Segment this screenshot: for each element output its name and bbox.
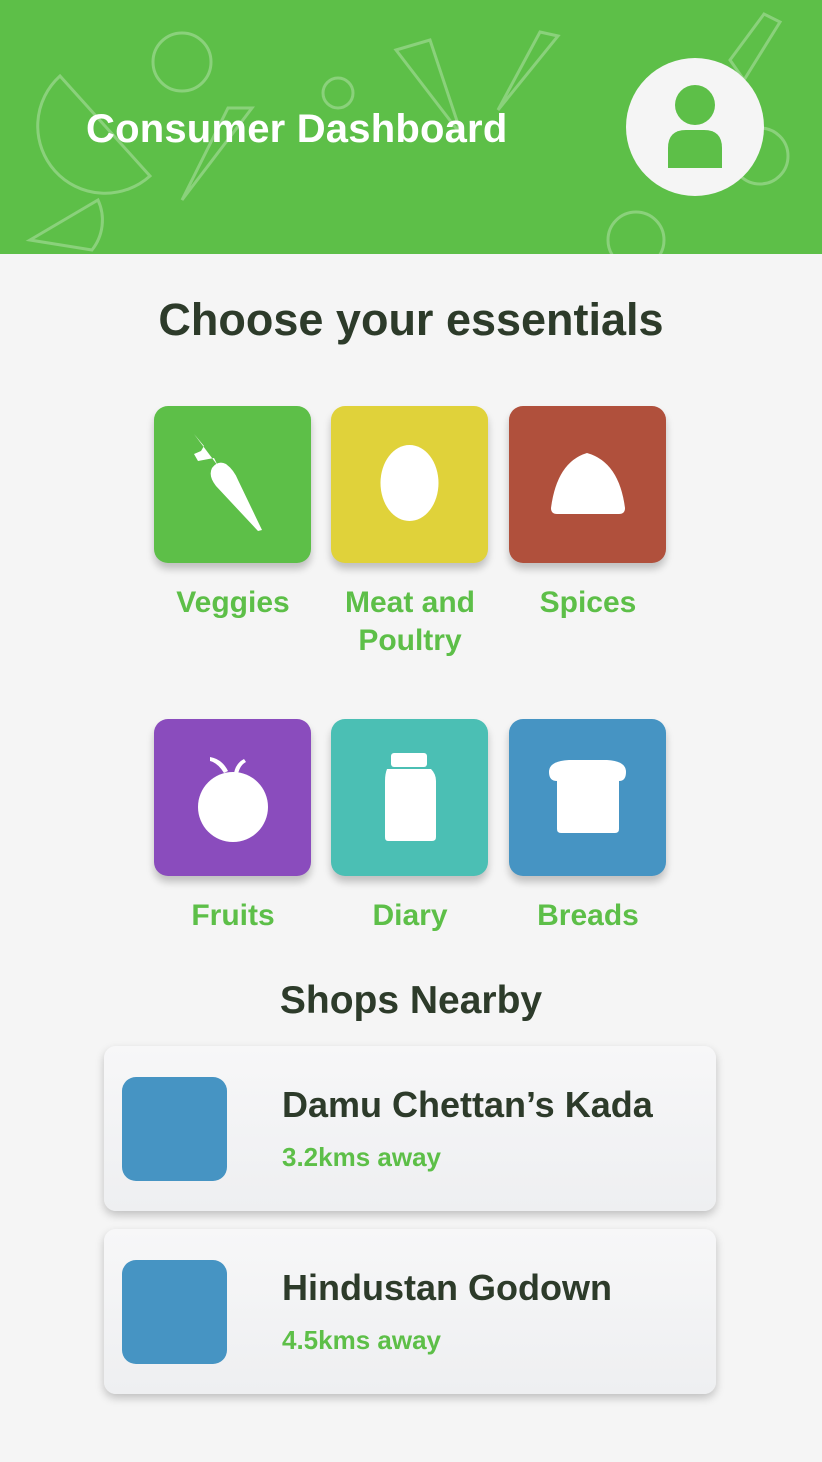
category-spices-label[interactable]: Spices [493,584,683,622]
shop-card[interactable]: Hindustan Godown 4.5kms away [104,1229,716,1394]
essentials-heading: Choose your essentials [158,294,664,345]
carrot-icon [194,434,262,531]
category-veggies-label[interactable]: Veggies [138,584,328,622]
shops-heading: Shops Nearby [279,979,543,1022]
category-breads-label[interactable]: Breads [493,897,683,935]
page-title: Consumer Dashboard [86,107,508,151]
shop-distance: 4.5kms away [282,1325,442,1355]
egg-icon [380,445,439,521]
milk-bottle-icon [385,753,436,841]
category-diary-label[interactable]: Diary [315,897,505,935]
shop-distance: 3.2kms away [282,1142,442,1172]
category-meat-label[interactable]: Meat and Poultry [315,584,505,660]
user-icon [668,85,722,168]
shop-thumbnail [122,1077,227,1181]
shop-card[interactable]: Damu Chettan’s Kada 3.2kms away [104,1046,716,1211]
shop-thumbnail [122,1260,227,1364]
category-fruits-label[interactable]: Fruits [138,897,328,935]
category-fruits-tile[interactable] [154,719,311,876]
category-veggies-tile[interactable] [154,406,311,563]
category-breads-tile[interactable] [509,719,666,876]
shop-name: Damu Chettan’s Kada [282,1084,653,1125]
header-bar: Consumer Dashboard [0,0,822,254]
category-diary-tile[interactable] [331,719,488,876]
user-avatar-button[interactable] [626,58,764,196]
category-meat-tile[interactable] [331,406,488,563]
bread-icon [549,760,626,833]
spice-mound-icon [551,453,625,514]
category-spices-tile[interactable] [509,406,666,563]
shop-name: Hindustan Godown [282,1267,612,1308]
apple-icon [198,757,268,842]
